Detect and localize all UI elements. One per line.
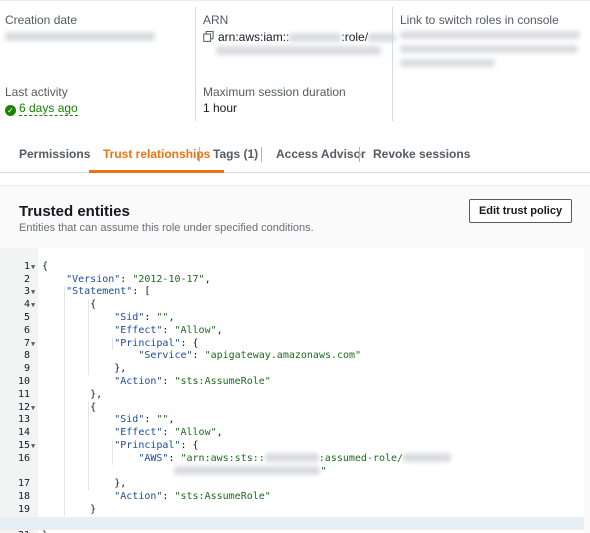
code-line: 8 "Service": "apigateway.amazonaws.com"	[0, 338, 584, 361]
code-line: 17 },	[0, 466, 584, 489]
check-circle-icon: ✓	[5, 105, 16, 116]
panel-title: Trusted entities	[19, 203, 130, 220]
tab-access-advisor[interactable]: Access Advisor	[276, 135, 366, 173]
edit-trust-policy-button[interactable]: Edit trust policy	[469, 199, 572, 223]
code-line: 6 "Effect": "Allow",	[0, 312, 584, 336]
code-line: 20 ]	[0, 504, 584, 528]
arn-continuation-redacted	[216, 46, 381, 55]
summary-col-1: Creation date Last activity ✓ 6 days ago	[5, 1, 193, 125]
tab-trust-relationships[interactable]: Trust relationships	[89, 135, 225, 173]
code-line: 19 }	[0, 491, 584, 515]
code-line: 10 "Action": "sts:AssumeRole"	[0, 363, 584, 387]
divider	[195, 7, 196, 121]
tab-tags[interactable]: Tags (1)	[213, 135, 258, 173]
panel-description: Entities that can assume this role under…	[19, 222, 314, 234]
role-tabs: Permissions Trust relationships Tags (1)…	[0, 135, 590, 173]
code-line: 3 ▼ "Statement": [	[0, 274, 584, 297]
switch-roles-link-redacted[interactable]	[400, 59, 495, 67]
last-activity-label: Last activity	[5, 85, 68, 99]
arn-value: arn:aws:iam:::role/	[203, 30, 397, 44]
switch-roles-link-redacted[interactable]	[400, 45, 578, 53]
code-line: 2 "Version": "2012-10-17",	[0, 261, 584, 285]
summary-col-3: Link to switch roles in console	[400, 1, 590, 125]
tab-separator	[261, 147, 262, 162]
arn-label: ARN	[203, 13, 229, 27]
code-text: }	[42, 530, 48, 533]
switch-roles-link-redacted[interactable]	[400, 31, 580, 39]
code-line: 12 ▼ {	[0, 389, 584, 413]
switch-roles-label: Link to switch roles in console	[400, 13, 559, 27]
code-line: 13 "Sid": "",	[0, 402, 584, 425]
last-activity-value[interactable]: ✓ 6 days ago	[5, 101, 78, 116]
last-activity-text[interactable]: 6 days ago	[19, 101, 78, 116]
code-line: 16 "AWS": "arn:aws:sts:::assumed-role/	[0, 440, 584, 464]
creation-date-label: Creation date	[5, 13, 78, 27]
code-line: 15 ▼ "Principal": {	[0, 427, 584, 451]
max-session-label: Maximum session duration	[203, 85, 346, 99]
summary-col-2: ARN arn:aws:iam:::role/ Maximum session …	[203, 1, 397, 125]
code-line: 5 "Sid": "",	[0, 299, 584, 323]
code-line: 14 "Effect": "Allow",	[0, 414, 584, 438]
tab-separator	[199, 147, 200, 162]
code-line-wrapped: "	[0, 453, 584, 477]
code-line: 18 "Action": "sts:AssumeRole"	[0, 478, 584, 502]
trusted-entities-panel: Trusted entities Entities that can assum…	[0, 185, 590, 533]
tab-separator	[359, 147, 360, 162]
copy-icon[interactable]	[203, 31, 214, 42]
tab-revoke-sessions[interactable]: Revoke sessions	[373, 135, 470, 173]
creation-date-value-redacted	[5, 32, 155, 41]
line-number: 21	[0, 530, 30, 533]
code-line-active: 21}	[0, 516, 584, 533]
tab-permissions[interactable]: Permissions	[19, 135, 90, 173]
max-session-value: 1 hour	[203, 101, 238, 115]
code-line: 7 ▼ "Principal": {	[0, 325, 584, 349]
code-line: 11 },	[0, 376, 584, 400]
code-line: 4 ▼ {	[0, 286, 584, 310]
code-line: 1 ▼{	[0, 248, 584, 272]
divider	[392, 7, 393, 121]
arn-role-segment: :role/	[341, 30, 369, 44]
arn-prefix: arn:aws:iam::	[218, 30, 290, 44]
account-id-redacted	[289, 33, 342, 42]
role-summary: Creation date Last activity ✓ 6 days ago …	[0, 0, 590, 124]
code-line: 9 },	[0, 350, 584, 374]
policy-code-editor[interactable]: 1 ▼{ 2 "Version": "2012-10-17", 3 ▼ "State…	[0, 248, 584, 533]
